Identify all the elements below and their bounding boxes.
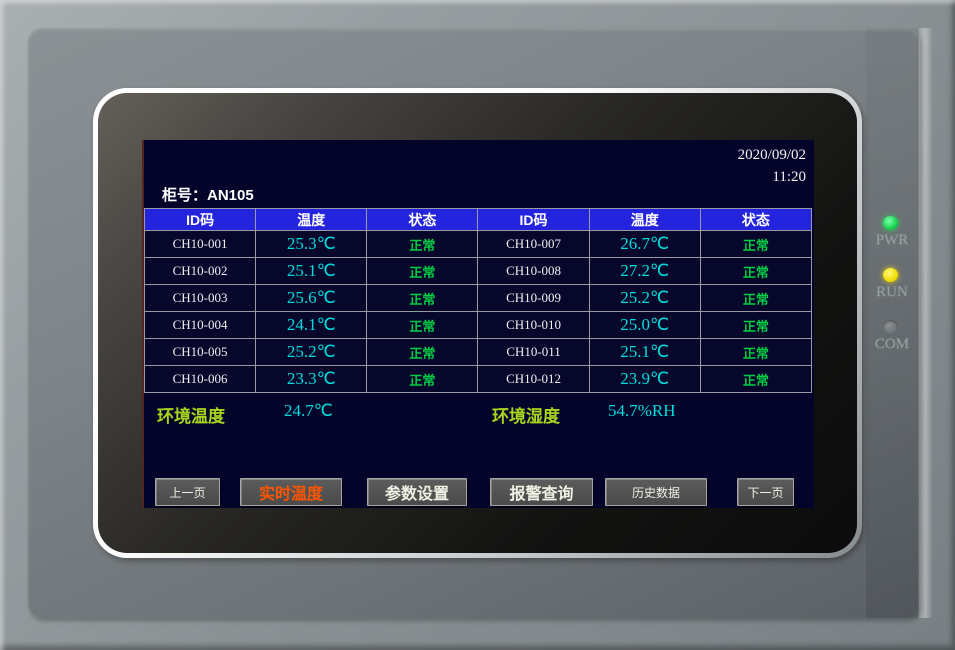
channel-status: 正常 [367, 231, 478, 258]
channel-temp: 25.2℃ [589, 285, 700, 312]
channel-status: 正常 [700, 312, 811, 339]
device-outer-case: 2020/09/02 11:20 柜号：AN105 ID码 温度 状态 ID码 [0, 0, 955, 650]
datetime-block: 2020/09/02 11:20 [738, 144, 806, 188]
table-row: CH10-002 25.1℃ 正常 CH10-008 27.2℃ 正常 [145, 258, 812, 285]
channel-status: 正常 [700, 258, 811, 285]
channel-status: 正常 [700, 285, 811, 312]
channel-status: 正常 [700, 366, 811, 393]
channel-id: CH10-004 [145, 312, 256, 339]
run-led-label: RUN [866, 284, 918, 301]
channel-table: ID码 温度 状态 ID码 温度 状态 CH10-001 [144, 208, 812, 393]
channel-id: CH10-007 [478, 231, 589, 258]
col-header-id-right: ID码 [478, 209, 589, 231]
power-led-icon [883, 216, 898, 230]
screen-glass: 2020/09/02 11:20 柜号：AN105 ID码 温度 状态 ID码 [98, 93, 857, 553]
channel-id: CH10-011 [478, 339, 589, 366]
hmi-screenshot: 2020/09/02 11:20 柜号：AN105 ID码 温度 状态 ID码 [0, 0, 955, 650]
date-text: 2020/09/02 [738, 144, 806, 166]
channel-status: 正常 [367, 366, 478, 393]
ambient-humidity-label: 环境湿度 [492, 402, 560, 427]
channel-status: 正常 [700, 231, 811, 258]
channel-id: CH10-006 [145, 366, 256, 393]
screen-bezel-rim: 2020/09/02 11:20 柜号：AN105 ID码 温度 状态 ID码 [93, 88, 862, 558]
com-led-icon [883, 320, 898, 334]
channel-status: 正常 [367, 339, 478, 366]
col-header-id-left: ID码 [145, 209, 256, 231]
channel-id: CH10-001 [145, 231, 256, 258]
channel-status: 正常 [367, 312, 478, 339]
channel-temp: 25.6℃ [256, 285, 367, 312]
time-text: 11:20 [738, 166, 806, 188]
lcd-display: 2020/09/02 11:20 柜号：AN105 ID码 温度 状态 ID码 [142, 140, 814, 508]
channel-temp: 23.3℃ [256, 366, 367, 393]
channel-id: CH10-003 [145, 285, 256, 312]
next-page-button[interactable]: 下一页 [737, 478, 794, 506]
channel-id: CH10-010 [478, 312, 589, 339]
channel-status: 正常 [700, 339, 811, 366]
channel-id: CH10-002 [145, 258, 256, 285]
realtime-temp-tab-button[interactable]: 实时温度 [240, 478, 342, 506]
ambient-temp-label: 环境温度 [157, 402, 225, 427]
channel-temp: 25.2℃ [256, 339, 367, 366]
channel-temp: 25.3℃ [256, 231, 367, 258]
table-row: CH10-006 23.3℃ 正常 CH10-012 23.9℃ 正常 [145, 366, 812, 393]
history-data-button[interactable]: 历史数据 [605, 478, 707, 506]
case-right-bevel [919, 28, 932, 618]
alarm-query-button[interactable]: 报警查询 [490, 478, 593, 506]
power-led-label: PWR [866, 232, 918, 249]
channel-id: CH10-012 [478, 366, 589, 393]
channel-temp: 27.2℃ [589, 258, 700, 285]
channel-temp: 25.1℃ [256, 258, 367, 285]
table-row: CH10-001 25.3℃ 正常 CH10-007 26.7℃ 正常 [145, 231, 812, 258]
col-header-status-left: 状态 [367, 209, 478, 231]
channel-id: CH10-008 [478, 258, 589, 285]
prev-page-button[interactable]: 上一页 [155, 478, 220, 506]
ambient-humidity-value: 54.7%RH [608, 401, 676, 421]
channel-temp: 25.1℃ [589, 339, 700, 366]
channel-status: 正常 [367, 258, 478, 285]
col-header-temp-left: 温度 [256, 209, 367, 231]
table-row: CH10-004 24.1℃ 正常 CH10-010 25.0℃ 正常 [145, 312, 812, 339]
channel-id: CH10-005 [145, 339, 256, 366]
run-led-icon [883, 268, 898, 282]
channel-status: 正常 [367, 285, 478, 312]
table-row: CH10-005 25.2℃ 正常 CH10-011 25.1℃ 正常 [145, 339, 812, 366]
com-led-label: COM [866, 336, 918, 353]
ambient-temp-value: 24.7℃ [284, 401, 333, 421]
channel-temp: 26.7℃ [589, 231, 700, 258]
device-front-panel: 2020/09/02 11:20 柜号：AN105 ID码 温度 状态 ID码 [28, 28, 920, 618]
table-row: CH10-003 25.6℃ 正常 CH10-009 25.2℃ 正常 [145, 285, 812, 312]
col-header-status-right: 状态 [700, 209, 811, 231]
channel-id: CH10-009 [478, 285, 589, 312]
channel-temp: 23.9℃ [589, 366, 700, 393]
led-indicator-strip: PWR RUN COM [866, 28, 918, 618]
cabinet-id-label: 柜号：AN105 [162, 184, 254, 205]
channel-temp: 25.0℃ [589, 312, 700, 339]
table-header-row: ID码 温度 状态 ID码 温度 状态 [145, 209, 812, 231]
parameter-settings-button[interactable]: 参数设置 [367, 478, 467, 506]
col-header-temp-right: 温度 [589, 209, 700, 231]
channel-temp: 24.1℃ [256, 312, 367, 339]
